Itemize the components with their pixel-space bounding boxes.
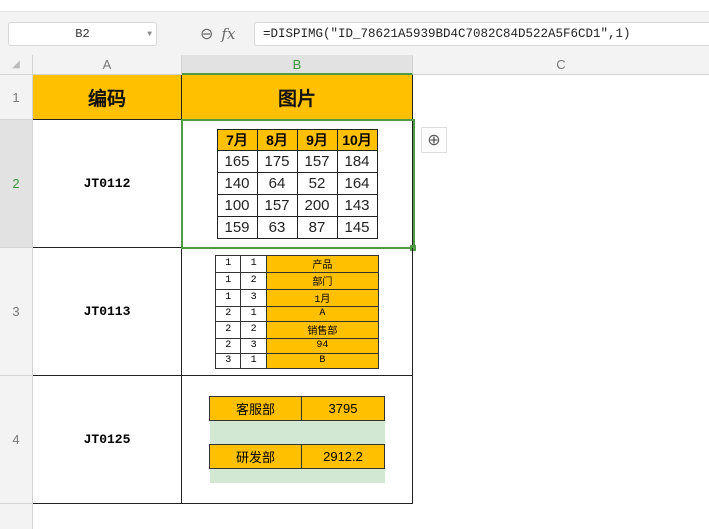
chevron-down-icon[interactable]: ▼ xyxy=(147,30,152,39)
value: 2 xyxy=(214,337,242,354)
row-header-2[interactable]: 2 xyxy=(0,120,33,248)
value: 2 xyxy=(240,271,267,290)
cell-a1[interactable]: 编码 xyxy=(33,75,182,120)
row-header-4[interactable]: 4 xyxy=(0,376,33,504)
spacer-row xyxy=(209,420,385,445)
value: 2912.2 xyxy=(301,444,385,470)
zoom-in-icon[interactable]: ⊕ xyxy=(421,127,447,153)
value: 1月 xyxy=(265,288,380,307)
selection-border xyxy=(181,119,415,249)
row-header-5[interactable] xyxy=(0,504,33,529)
value: 产品 xyxy=(265,254,380,273)
value: 研发部 xyxy=(209,444,302,470)
value: 2 xyxy=(214,305,242,322)
value: 2 xyxy=(214,320,242,339)
value: 1 xyxy=(214,254,242,273)
zoom-icon[interactable]: ⊖ xyxy=(200,24,213,44)
cell-a4[interactable]: JT0125 xyxy=(33,376,182,504)
spacer-row xyxy=(209,468,385,483)
formula-input[interactable]: =DISPIMG("ID_78621A5939BD4C7082C84D522A5… xyxy=(254,22,709,46)
table-row: 31B xyxy=(214,352,380,369)
image-table-3: 客服部 3795 研发部 2912.2 xyxy=(209,396,385,483)
cell-a2[interactable]: JT0112 xyxy=(33,120,182,248)
value: 1 xyxy=(214,288,242,307)
table-row: 21A xyxy=(214,305,380,322)
cell-a3[interactable]: JT0113 xyxy=(33,248,182,376)
cell-b1[interactable]: 图片 xyxy=(182,75,413,120)
value: 1 xyxy=(214,271,242,290)
column-header-c[interactable]: C xyxy=(413,55,709,75)
row-header-3[interactable]: 3 xyxy=(0,248,33,376)
column-header-b[interactable]: B xyxy=(182,55,413,75)
value: 94 xyxy=(265,337,380,354)
table-row: 2 3 94 xyxy=(214,337,380,354)
table-row: 1 2 部门 xyxy=(214,271,380,290)
value: 3 xyxy=(240,288,267,307)
column-header-a[interactable]: A xyxy=(33,55,182,75)
image-table-2: 1 1 产品 1 2 部门 1 3 1月 21A 2 2 销售部 2 3 94 31B xyxy=(214,254,380,369)
name-box[interactable]: B2 ▼ xyxy=(8,22,157,46)
table-row: 2 2 销售部 xyxy=(214,320,380,339)
cell-b3[interactable]: 1 1 产品 1 2 部门 1 3 1月 21A 2 2 销售部 2 3 94 31B xyxy=(182,248,413,376)
value: 部门 xyxy=(265,271,380,290)
table-row: 1 3 1月 xyxy=(214,288,380,307)
formula-icons: ⊖ fx xyxy=(200,22,235,46)
top-strip xyxy=(0,0,709,12)
value: 3 xyxy=(240,337,267,354)
select-all-corner[interactable]: ◢ xyxy=(0,55,33,75)
table-row: 客服部 3795 xyxy=(209,396,385,422)
cell-b4[interactable]: 客服部 3795 研发部 2912.2 xyxy=(182,376,413,504)
table-row: 研发部 2912.2 xyxy=(209,444,385,470)
value: 3795 xyxy=(301,396,385,422)
value: 客服部 xyxy=(209,396,302,422)
value: A xyxy=(265,305,380,322)
row-header-1[interactable]: 1 xyxy=(0,75,33,120)
fx-icon[interactable]: fx xyxy=(221,25,235,43)
value: 3 xyxy=(214,352,242,369)
value: 1 xyxy=(240,305,267,322)
value: 1 xyxy=(240,254,267,273)
value: B xyxy=(265,352,380,369)
value: 2 xyxy=(240,320,267,339)
table-row: 1 1 产品 xyxy=(214,254,380,273)
value: 1 xyxy=(240,352,267,369)
value: 销售部 xyxy=(265,320,380,339)
